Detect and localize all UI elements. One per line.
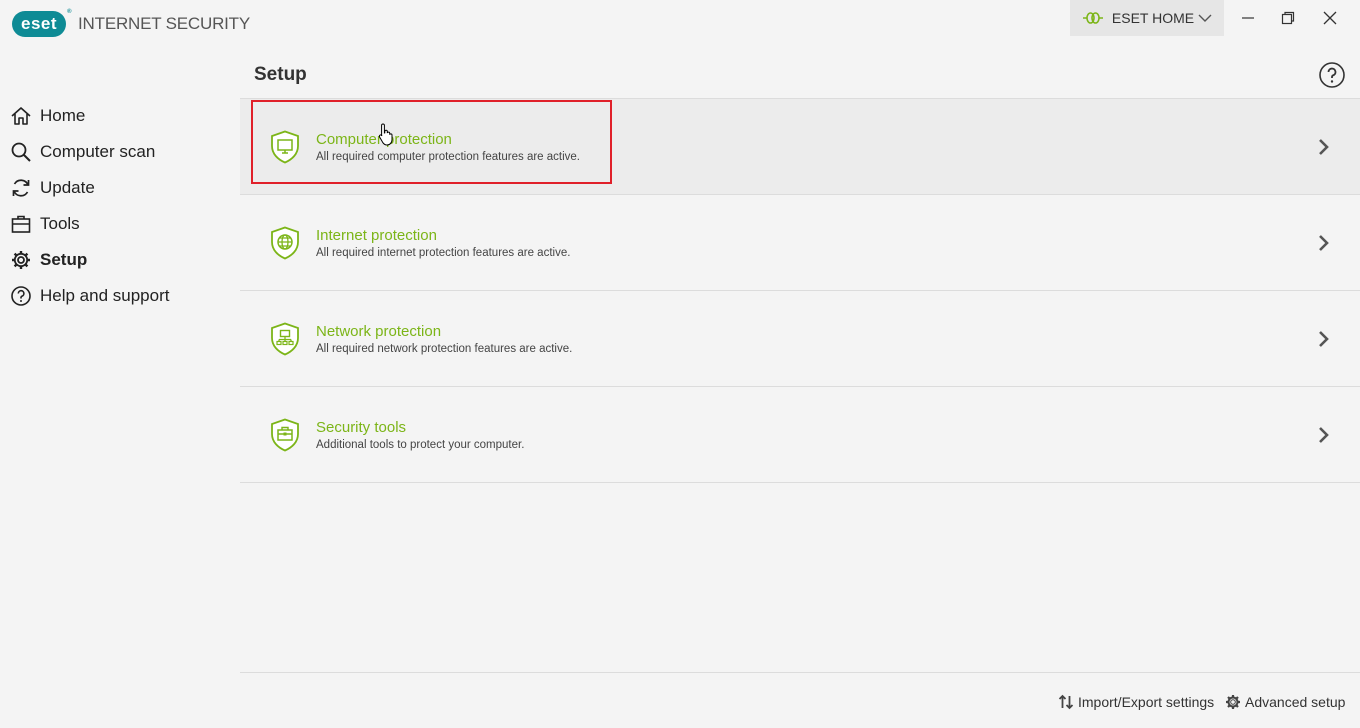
sidebar-item-label: Setup [40,250,88,269]
monitor-shield-icon [271,130,299,164]
registered-mark: ® [67,9,73,15]
sidebar-item-label: Home [40,106,86,125]
toolbox-shield-icon [271,418,299,452]
setup-item-title: Internet protection [316,227,437,244]
network-shield-icon [271,322,299,356]
link-icon [1082,12,1103,24]
setup-item-description: All required network protection features… [316,343,573,355]
setup-item-title: Security tools [316,419,407,436]
gear-icon [1226,695,1240,709]
close-button[interactable] [1310,0,1350,36]
setup-item-internet-protection[interactable]: Internet protection All required interne… [240,195,1360,291]
product-name: INTERNET SECURITY [78,14,251,33]
chevron-right-icon [1319,139,1329,155]
sidebar-item-update[interactable]: Update [0,170,240,206]
eset-home-label: ESET HOME [1111,10,1195,26]
home-icon [11,107,31,125]
setup-item-description: All required internet protection feature… [316,247,571,259]
help-icon[interactable] [1318,61,1346,89]
title-bar: eset ® INTERNET SECURITY ESET HOME [0,0,1360,50]
setup-item-title: Network protection [316,323,442,340]
sidebar-item-setup[interactable]: Setup [0,242,240,278]
sidebar-item-label: Tools [40,214,80,233]
chevron-right-icon [1319,235,1329,251]
advanced-setup-label: Advanced setup [1245,694,1346,710]
setup-item-network-protection[interactable]: Network protection All required network … [240,291,1360,387]
setup-list: Computer protection All required compute… [240,98,1360,483]
sidebar-item-help-and-support[interactable]: Help and support [0,278,240,314]
setup-item-description: All required computer protection feature… [316,151,580,163]
eset-logo-text: eset [21,14,58,33]
setup-item-description: Additional tools to protect your compute… [316,439,525,451]
chevron-right-icon [1319,331,1329,347]
sidebar-item-home[interactable]: Home [0,98,240,134]
globe-shield-icon [271,226,299,260]
restore-button[interactable] [1268,0,1308,36]
app-logo: eset ® INTERNET SECURITY [12,9,251,38]
restore-icon [1281,11,1295,25]
sidebar-item-label: Update [40,178,95,197]
footer-divider [240,672,1360,673]
advanced-setup-link[interactable]: Advanced setup [1225,692,1345,712]
gear-icon [12,251,30,269]
minimize-button[interactable] [1228,0,1268,36]
setup-item-title: Computer protection [316,131,452,148]
setup-item-security-tools[interactable]: Security tools Additional tools to prote… [240,387,1360,483]
chevron-right-icon [1319,427,1329,443]
question-icon [11,286,31,306]
page-title: Setup [254,64,307,85]
eset-logo-badge: eset ® [12,9,72,37]
chevron-down-icon [1198,14,1212,22]
minimize-icon [1242,17,1254,19]
briefcase-icon [11,215,31,233]
sidebar: Home Computer scan Update Tools Setup He… [0,98,240,314]
setup-item-computer-protection[interactable]: Computer protection All required compute… [240,99,1360,195]
eset-home-button[interactable]: ESET HOME [1070,0,1224,36]
sort-arrows-icon [1058,694,1074,710]
close-icon [1323,11,1337,25]
import-export-settings-link[interactable]: Import/Export settings [1058,692,1214,712]
refresh-icon [12,179,30,197]
sidebar-item-label: Help and support [40,286,170,305]
search-icon [11,142,31,162]
sidebar-item-tools[interactable]: Tools [0,206,240,242]
import-export-label: Import/Export settings [1078,694,1215,710]
sidebar-item-computer-scan[interactable]: Computer scan [0,134,240,170]
sidebar-item-label: Computer scan [40,142,156,161]
